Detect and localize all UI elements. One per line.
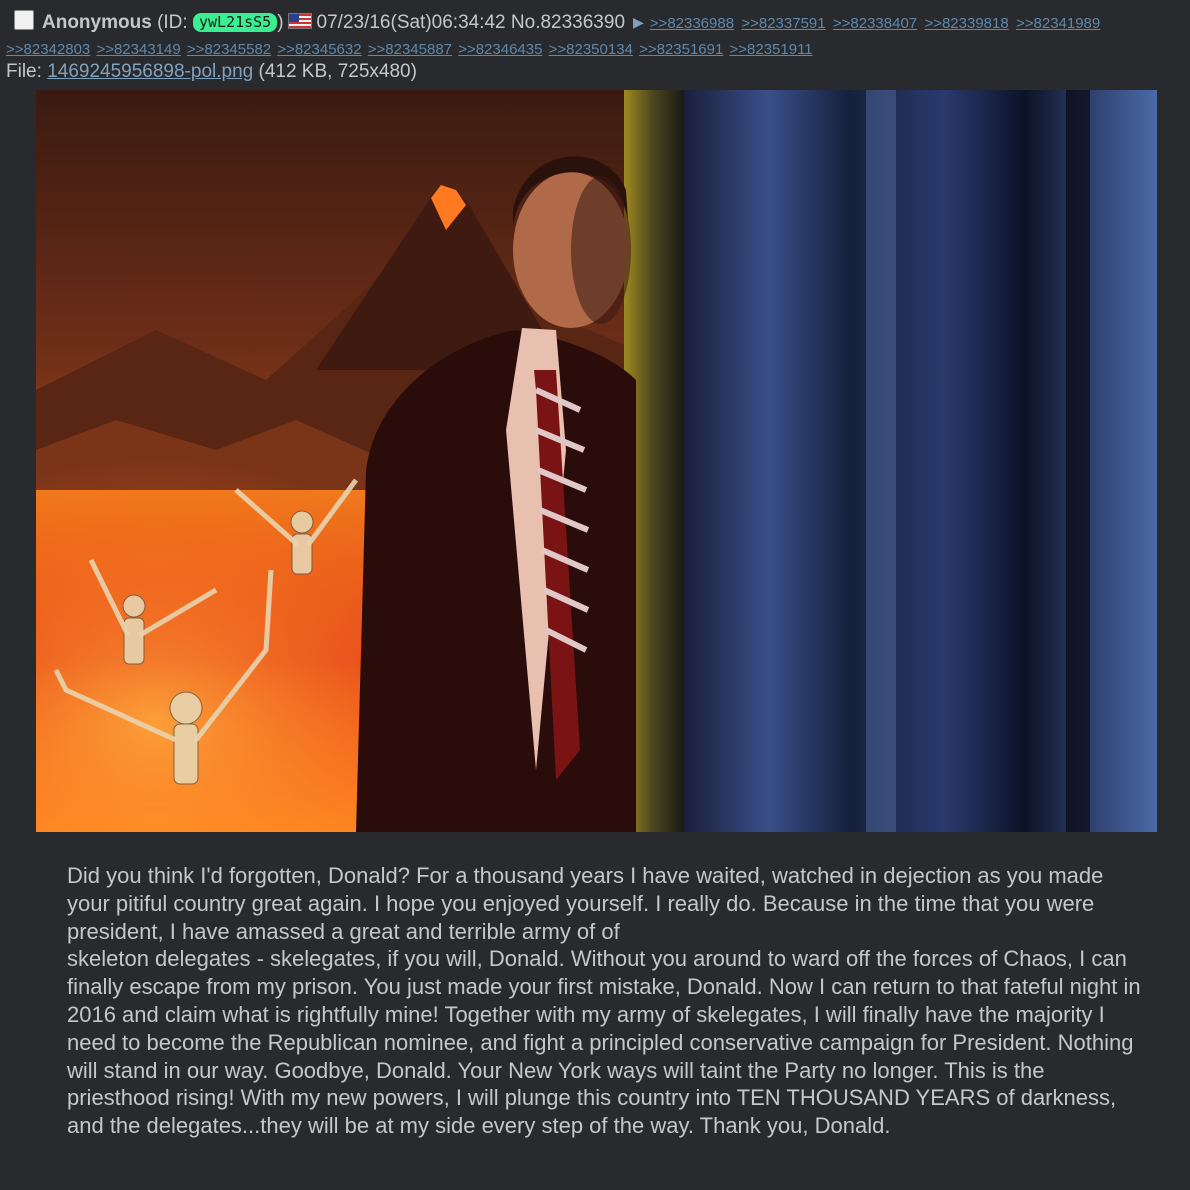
post-image-art xyxy=(36,90,1157,832)
backlinks-row: >>82342803 >>82343149 >>82345582 >>82345… xyxy=(6,40,1186,60)
backlink[interactable]: >>82351911 xyxy=(730,41,813,58)
post-comment: Did you think I'd forgotten, Donald? For… xyxy=(67,862,1147,1140)
comment-line: skeleton delegates - skelegates, if you … xyxy=(67,946,1141,1139)
poster-id-badge[interactable]: ywL21sS5 xyxy=(192,13,278,32)
backlink[interactable]: >>82337591 xyxy=(741,15,825,32)
backlink[interactable]: >>82350134 xyxy=(549,41,633,58)
comment-line: Did you think I'd forgotten, Donald? For… xyxy=(67,863,1104,944)
poster-name: Anonymous xyxy=(42,12,152,33)
backlink[interactable]: >>82339818 xyxy=(924,15,1008,32)
backlink[interactable]: >>82346435 xyxy=(458,41,542,58)
header-backlinks: >>82336988 >>82337591 >>82338407 >>82339… xyxy=(650,12,1102,33)
backlink[interactable]: >>82336988 xyxy=(650,15,734,32)
id-suffix: ) xyxy=(277,12,284,33)
backlink[interactable]: >>82342803 xyxy=(6,41,90,58)
post-number[interactable]: No.82336390 xyxy=(511,12,625,33)
post-container: Anonymous (ID: ywL21sS5) 07/23/16(Sat)06:… xyxy=(0,0,1190,1190)
file-name-link[interactable]: 1469245956898-pol.png xyxy=(47,61,253,82)
post-image[interactable] xyxy=(36,90,1157,832)
backlink[interactable]: >>82341989 xyxy=(1016,15,1100,32)
backlink[interactable]: >>82345582 xyxy=(187,41,271,58)
id-prefix: (ID: xyxy=(157,12,193,33)
backlink[interactable]: >>82345887 xyxy=(368,41,452,58)
backlink[interactable]: >>82338407 xyxy=(833,15,917,32)
post-header: Anonymous (ID: ywL21sS5) 07/23/16(Sat)06:… xyxy=(6,10,1186,35)
us-flag-icon xyxy=(287,13,312,29)
file-meta: (412 KB, 725x480) xyxy=(253,61,417,82)
triangle-right-icon[interactable]: ▶ xyxy=(633,14,644,30)
file-label: File: xyxy=(6,61,48,82)
backlink[interactable]: >>82343149 xyxy=(96,41,180,58)
backlink[interactable]: >>82345632 xyxy=(277,41,361,58)
file-info: File: 1469245956898-pol.png (412 KB, 725… xyxy=(6,61,417,83)
post-select-checkbox[interactable] xyxy=(14,10,34,30)
backlink[interactable]: >>82351691 xyxy=(639,41,723,58)
post-datetime: 07/23/16(Sat)06:34:42 xyxy=(316,12,506,33)
